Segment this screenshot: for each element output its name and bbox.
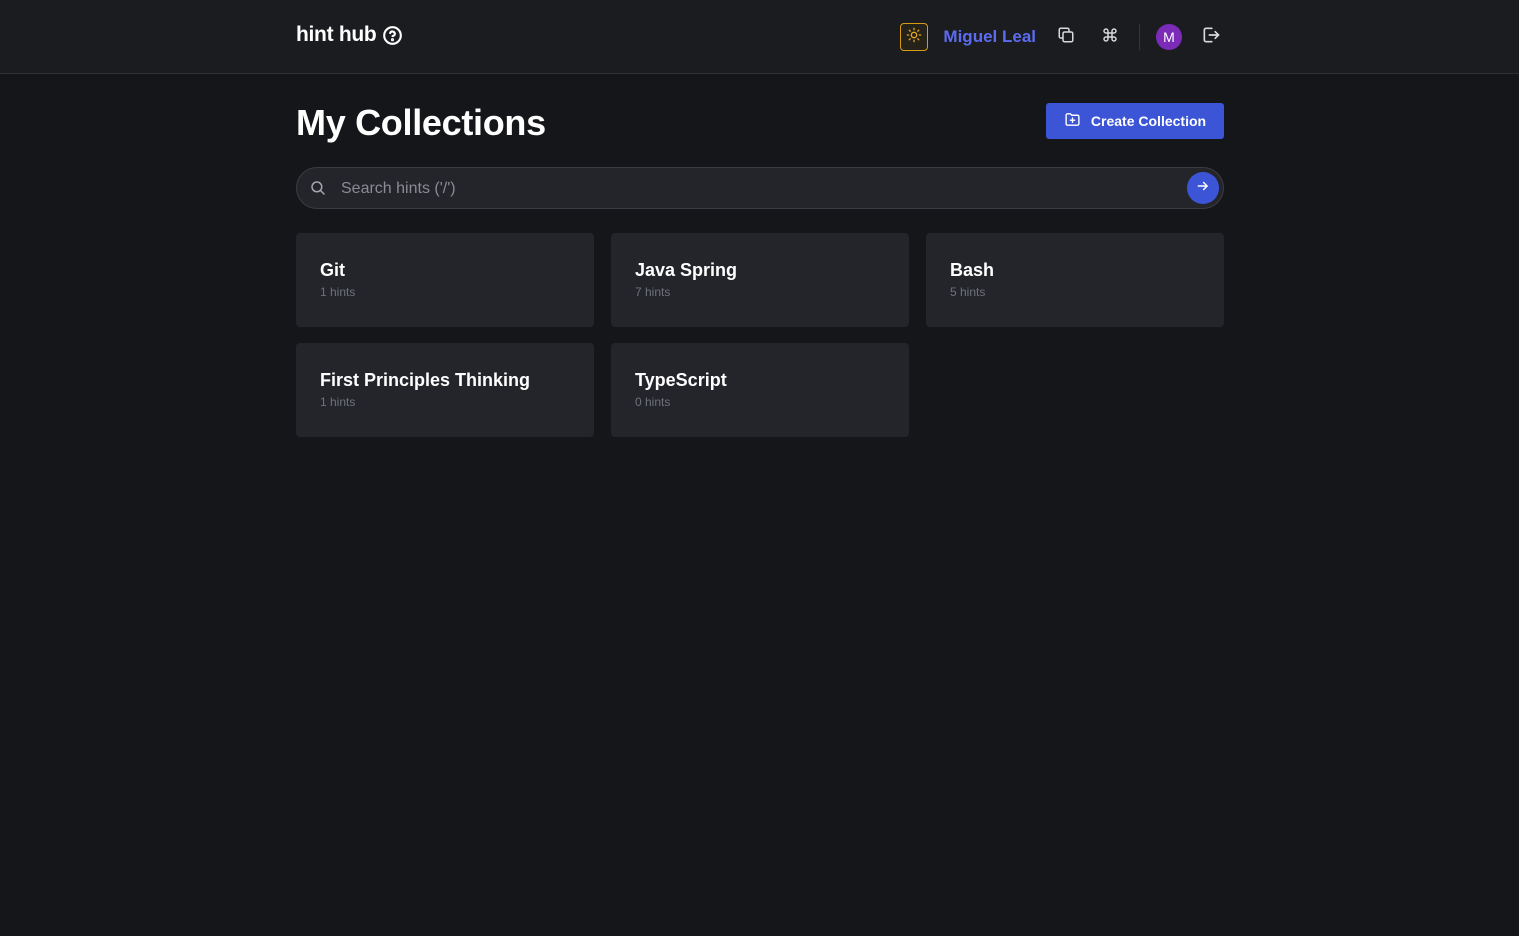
collection-card-git[interactable]: Git 1 hints: [296, 233, 594, 327]
command-palette-button[interactable]: [1097, 24, 1123, 50]
arrow-right-icon: [1196, 179, 1210, 198]
brand-name: hint hub: [296, 23, 377, 46]
logout-icon: [1201, 25, 1221, 50]
logout-button[interactable]: [1198, 24, 1224, 50]
collection-title: First Principles Thinking: [320, 370, 531, 390]
folder-plus-icon: [1064, 111, 1081, 131]
page-title: My Collections: [296, 102, 546, 143]
search-icon: [309, 179, 327, 197]
user-profile-link[interactable]: Miguel Leal: [943, 27, 1036, 47]
top-navbar: hint hub Miguel Leal M: [0, 0, 1519, 74]
brand[interactable]: hint hub: [296, 22, 403, 48]
collection-title: TypeScript: [635, 370, 727, 390]
avatar-initial: M: [1163, 29, 1175, 45]
collection-hint-count: 1 hints: [320, 285, 356, 299]
create-collection-button[interactable]: Create Collection: [1046, 103, 1224, 139]
collection-card-bash[interactable]: Bash 5 hints: [926, 233, 1224, 327]
copy-button[interactable]: [1053, 24, 1079, 50]
collection-hint-count: 0 hints: [635, 395, 671, 409]
collection-title: Bash: [950, 260, 995, 280]
header-divider: [1139, 24, 1140, 50]
sun-icon: [906, 27, 922, 48]
avatar[interactable]: M: [1156, 24, 1182, 50]
header-actions: Miguel Leal M: [900, 22, 1224, 52]
collection-hint-count: 1 hints: [320, 395, 356, 409]
search-input[interactable]: [339, 174, 1173, 204]
search-bar: [296, 167, 1224, 209]
collections-grid: Git 1 hints Java Spring 7 hints Bash 5 h…: [296, 233, 1224, 437]
collection-hint-count: 5 hints: [950, 285, 986, 299]
collection-card-typescript[interactable]: TypeScript 0 hints: [611, 343, 909, 437]
collection-card-first-principles-thinking[interactable]: First Principles Thinking 1 hints: [296, 343, 594, 437]
theme-toggle-button[interactable]: [900, 23, 929, 51]
collection-card-java-spring[interactable]: Java Spring 7 hints: [611, 233, 909, 327]
collection-title: Java Spring: [635, 260, 738, 280]
help-circle-icon[interactable]: [382, 25, 403, 46]
copy-icon: [1057, 26, 1075, 49]
create-collection-label: Create Collection: [1090, 113, 1207, 129]
search-submit-button[interactable]: [1187, 172, 1219, 204]
collection-hint-count: 7 hints: [635, 285, 671, 299]
command-icon: [1102, 27, 1118, 48]
collection-title: Git: [320, 260, 345, 280]
